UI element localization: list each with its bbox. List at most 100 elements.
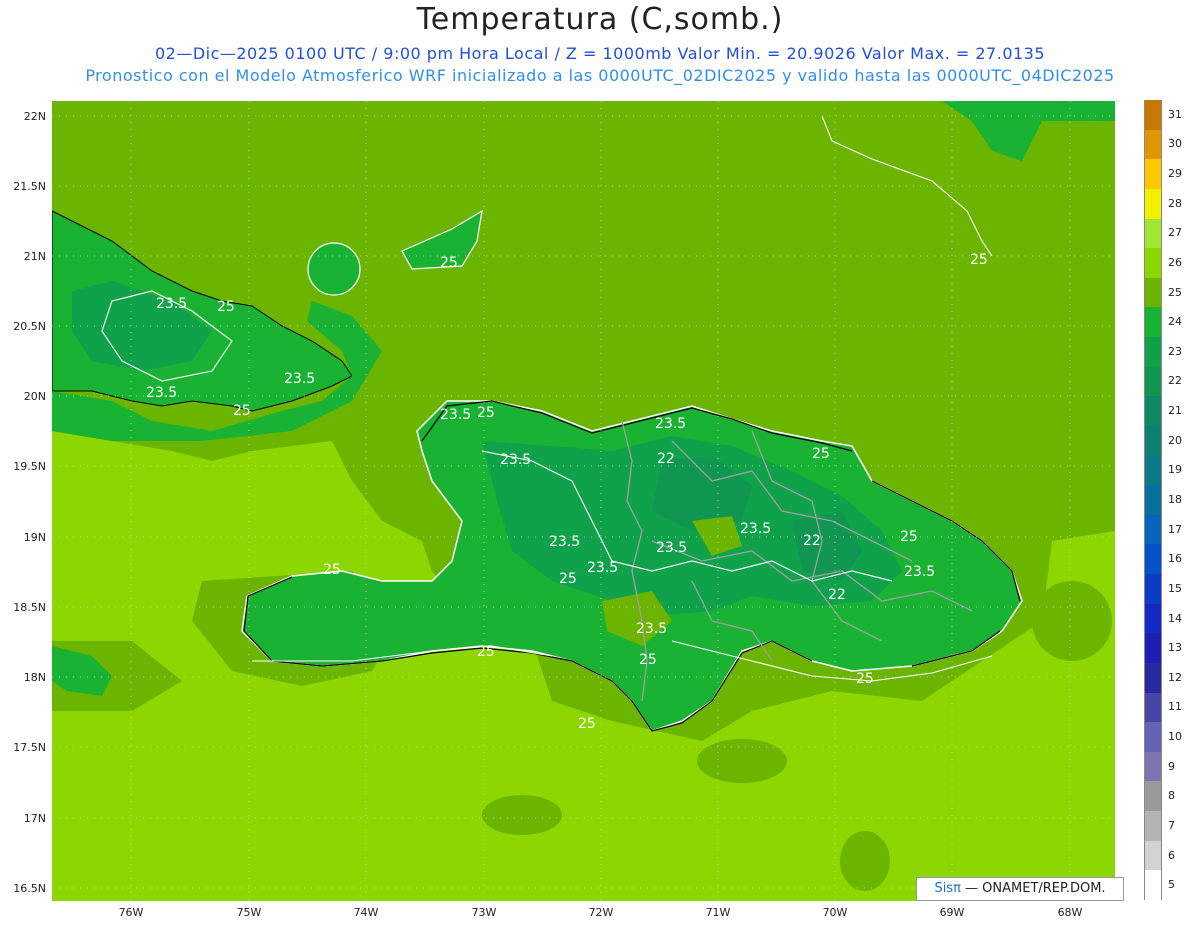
colorbar-label: 13 <box>1168 641 1182 655</box>
colorbar-swatch <box>1144 781 1162 812</box>
lat-label: 20.5N <box>13 320 46 333</box>
colorbar-swatch <box>1144 159 1162 189</box>
colorbar-swatch <box>1144 218 1162 249</box>
colorbar-swatch <box>1144 544 1162 575</box>
colorbar-swatch <box>1144 633 1162 663</box>
colorbar-swatch <box>1144 514 1162 545</box>
colorbar-label: 24 <box>1168 315 1182 329</box>
contour-label: 25 <box>323 562 341 578</box>
colorbar-swatch <box>1144 840 1162 871</box>
lon-label: 72W <box>588 906 614 919</box>
contour-label: 23.5 <box>500 452 531 468</box>
contour-label: 23.5 <box>740 521 771 537</box>
lat-label: 17.5N <box>13 741 46 754</box>
sispi-logo-text: Sisπ <box>934 881 961 896</box>
colorbar-label: 30 <box>1168 137 1182 151</box>
contour-label: 22 <box>803 533 821 549</box>
temperature-map[interactable]: 25 23.5 25 23.5 23.5 25 23.5 25 23.5 23.… <box>52 101 1115 901</box>
ocean-25-patch <box>482 795 562 835</box>
colorbar-label: 5 <box>1168 878 1175 892</box>
colorbar-swatch <box>1144 870 1162 900</box>
colorbar-label: 31 <box>1168 107 1182 121</box>
colorbar-label: 7 <box>1168 818 1175 832</box>
lat-label: 21.5N <box>13 180 46 193</box>
contour-label: 23.5 <box>156 296 187 312</box>
colorbar-swatch <box>1144 751 1162 782</box>
colorbar-label: 25 <box>1168 285 1182 299</box>
lat-label: 19.5N <box>13 460 46 473</box>
colorbar-swatch <box>1144 396 1162 426</box>
colorbar-label: 15 <box>1168 581 1182 595</box>
contour-label: 25 <box>639 652 657 668</box>
contour-label: 22 <box>657 451 675 467</box>
lat-label: 17N <box>23 812 46 825</box>
lon-label: 74W <box>353 906 379 919</box>
colorbar-label: 16 <box>1168 552 1182 566</box>
contour-label: 23.5 <box>146 385 177 401</box>
colorbar-swatch <box>1144 425 1162 456</box>
contour-label: 25 <box>970 252 988 268</box>
lon-label: 73W <box>471 906 497 919</box>
subtitle-line-1: 02—Dic—2025 0100 UTC / 9:00 pm Hora Loca… <box>154 44 1046 63</box>
colorbar-swatch <box>1144 277 1162 308</box>
contour-label: 23.5 <box>636 621 667 637</box>
lat-label: 19N <box>23 531 46 544</box>
ocean-25-patch <box>840 831 890 891</box>
contour-label: 25 <box>559 571 577 587</box>
contour-label: 23.5 <box>656 540 687 556</box>
lat-label: 18.5N <box>13 601 46 614</box>
colorbar-swatch <box>1144 485 1162 515</box>
colorbar-label: 26 <box>1168 255 1182 269</box>
chart-title: Temperatura (C,somb.) <box>416 2 784 37</box>
contour-label: 25 <box>812 446 830 462</box>
colorbar-label: 23 <box>1168 344 1182 358</box>
colorbar-swatch <box>1144 692 1162 723</box>
credit-text: — ONAMET/REP.DOM. <box>960 881 1106 896</box>
colorbar-label: 10 <box>1168 730 1182 744</box>
colorbar-swatch <box>1144 307 1162 338</box>
lon-label: 69W <box>939 906 965 919</box>
contour-label: 23.5 <box>440 407 471 423</box>
colorbar-label: 8 <box>1168 789 1175 803</box>
colorbar-swatch <box>1144 366 1162 397</box>
colorbar-swatch <box>1144 662 1162 693</box>
lat-label: 18N <box>23 671 46 684</box>
contour-label: 25 <box>900 529 918 545</box>
colorbar-swatch <box>1144 129 1162 160</box>
colorbar-label: 12 <box>1168 670 1182 684</box>
contour-label: 23.5 <box>587 560 618 576</box>
contour-label: 25 <box>440 255 458 271</box>
colorbar-label: 6 <box>1168 848 1175 862</box>
contour-label: 25 <box>217 299 235 315</box>
contour-label: 25 <box>477 644 495 660</box>
colorbar-swatch <box>1144 574 1162 604</box>
contour-label: 23.5 <box>904 564 935 580</box>
colorbar-label: 20 <box>1168 433 1182 447</box>
colorbar-swatch <box>1144 188 1162 219</box>
colorbar-swatch <box>1144 811 1162 841</box>
colorbar-label: 29 <box>1168 167 1182 181</box>
lat-label: 20N <box>23 390 46 403</box>
colorbar-swatch <box>1144 722 1162 752</box>
colorbar-label: 11 <box>1168 700 1182 714</box>
lat-label: 22N <box>23 110 46 123</box>
lon-label: 71W <box>705 906 731 919</box>
colorbar-label: 19 <box>1168 463 1182 477</box>
lon-label: 76W <box>118 906 144 919</box>
colorbar-label: 18 <box>1168 493 1182 506</box>
colorbar-swatch <box>1144 100 1162 130</box>
contour-label: 25 <box>477 405 495 421</box>
lon-label: 68W <box>1057 906 1083 919</box>
contour-label: 23.5 <box>549 534 580 550</box>
ocean-25-patch <box>697 739 787 783</box>
lon-label: 75W <box>236 906 262 919</box>
island <box>307 242 361 296</box>
contour-label: 25 <box>856 671 874 687</box>
colorbar-swatch <box>1144 455 1162 486</box>
contour-label: 23.5 <box>284 371 315 387</box>
contour-label: 23.5 <box>655 416 686 432</box>
colorbar-swatch <box>1144 603 1162 634</box>
contour-label: 22 <box>828 587 846 603</box>
colorbar-label: 22 <box>1168 374 1182 388</box>
colorbar-swatch <box>1144 337 1162 367</box>
